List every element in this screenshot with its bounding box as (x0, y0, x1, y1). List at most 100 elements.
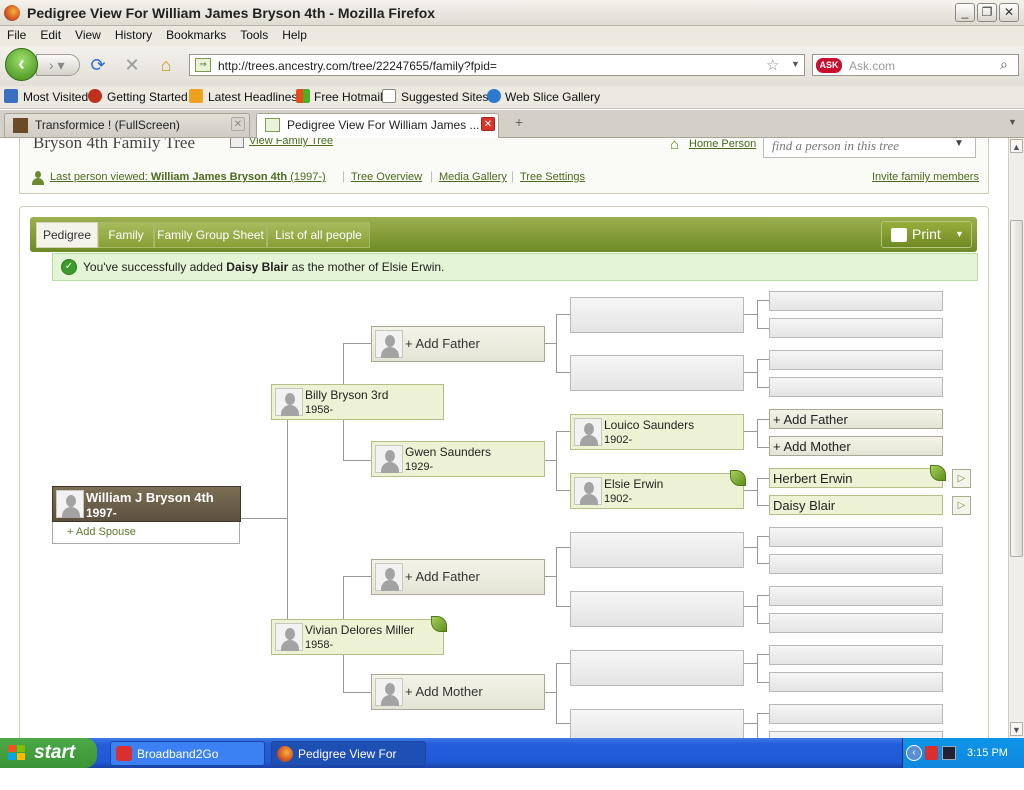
last-viewed-name: William James Bryson 4th (150, 171, 288, 183)
menu-help[interactable]: Help (275, 26, 314, 42)
media-gallery-link[interactable]: Media Gallery (439, 171, 507, 183)
tab-close-icon[interactable]: ✕ (231, 117, 245, 131)
menu-bookmarks[interactable]: Bookmarks (159, 26, 233, 42)
bookmark-star-icon[interactable]: ☆ (766, 56, 779, 74)
new-tab-icon[interactable]: + (509, 114, 529, 134)
empty-person-slot[interactable] (769, 350, 943, 370)
success-name: Daisy Blair (226, 260, 289, 274)
find-dropdown-icon[interactable]: ▼ (954, 138, 964, 149)
tab-pedigree[interactable]: Pedigree (36, 222, 98, 248)
menu-tools[interactable]: Tools (233, 26, 275, 42)
empty-person-slot[interactable] (769, 318, 943, 338)
url-bar[interactable]: ⇒ http://trees.ancestry.com/tree/2224765… (189, 54, 805, 76)
taskbar-item-broadband2go[interactable]: Broadband2Go (110, 741, 265, 766)
bookmark-web-slice-gallery[interactable]: Web Slice Gallery (505, 90, 600, 104)
clock[interactable]: 3:15 PM (967, 738, 1008, 768)
maximize-button[interactable]: ❐ (977, 3, 997, 22)
menu-view[interactable]: View (68, 26, 108, 42)
empty-person-slot[interactable] (570, 355, 744, 391)
tab-list-of-all-people[interactable]: List of all people (267, 222, 370, 248)
bookmark-suggested-sites[interactable]: Suggested Sites (401, 90, 488, 104)
forward-button[interactable]: › ▾ (36, 54, 80, 76)
empty-person-slot[interactable] (769, 613, 943, 633)
print-button[interactable]: Print ▼ (881, 221, 972, 248)
person-card-root[interactable]: William J Bryson 4th 1997- (52, 486, 241, 522)
add-mother-card[interactable]: + Add Mother (769, 436, 943, 456)
empty-person-slot[interactable] (570, 591, 744, 627)
empty-person-slot[interactable] (769, 731, 943, 738)
person-card-great-grandfather[interactable]: Louico Saunders 1902- (570, 414, 744, 450)
reload-icon[interactable]: ⟳ (87, 53, 109, 77)
empty-person-slot[interactable] (769, 291, 943, 311)
empty-person-slot[interactable] (570, 650, 744, 686)
security-alert-icon[interactable] (925, 746, 938, 760)
tab-list-icon[interactable]: ▼ (1008, 117, 1017, 127)
add-spouse-link[interactable]: + Add Spouse (52, 522, 240, 544)
expand-arrow-icon[interactable]: ▷ (952, 496, 971, 515)
empty-person-slot[interactable] (769, 704, 943, 724)
home-icon[interactable]: ⌂ (155, 53, 177, 77)
bookmark-most-visited[interactable]: Most Visited (23, 90, 88, 104)
print-label: Print (912, 226, 941, 242)
empty-person-slot[interactable] (570, 532, 744, 568)
person-card-daisy-blair[interactable]: Daisy Blair (769, 495, 943, 515)
person-card-mother[interactable]: Vivian Delores Miller 1958- (271, 616, 447, 655)
menu-history[interactable]: History (108, 26, 159, 42)
tab-transformice[interactable]: Transformice ! (FullScreen) (4, 113, 250, 137)
tab-family-group-sheet[interactable]: Family Group Sheet (154, 222, 267, 248)
tab-close-icon[interactable]: ✕ (481, 117, 495, 131)
tab-pedigree-view[interactable]: Pedigree View For William James ... (256, 113, 499, 138)
find-person-input[interactable]: find a person in this tree ▼ (763, 138, 976, 158)
start-button[interactable]: start (0, 738, 97, 768)
empty-person-slot[interactable] (769, 554, 943, 574)
last-viewed-label: Last person viewed: (50, 171, 148, 183)
expand-arrow-icon[interactable]: ▷ (952, 469, 971, 488)
network-icon[interactable] (942, 746, 956, 760)
last-viewed[interactable]: Last person viewed: William James Bryson… (50, 171, 326, 183)
search-icon[interactable]: ⌕ (1000, 56, 1008, 73)
add-father-card[interactable]: + Add Father (769, 409, 943, 429)
bookmark-free-hotmail[interactable]: Free Hotmail (314, 90, 383, 104)
empty-person-slot[interactable] (570, 297, 744, 333)
add-father-card[interactable]: + Add Father (371, 559, 545, 595)
scroll-thumb[interactable] (1010, 220, 1023, 557)
tray-expand-icon[interactable]: ‹ (906, 745, 922, 761)
scroll-up-icon[interactable]: ▲ (1010, 139, 1023, 153)
empty-person-slot[interactable] (769, 527, 943, 547)
view-family-tree-link[interactable]: View Family Tree (249, 138, 333, 147)
close-window-button[interactable]: ✕ (999, 3, 1019, 22)
tab-family[interactable]: Family (98, 222, 154, 248)
empty-person-slot[interactable] (769, 586, 943, 606)
vertical-scrollbar[interactable]: ▲ ▼ (1008, 138, 1024, 738)
empty-person-slot[interactable] (769, 645, 943, 665)
person-card-herbert-erwin[interactable]: Herbert Erwin (769, 465, 946, 488)
person-card-paternal-grandmother[interactable]: Gwen Saunders 1929- (371, 441, 545, 477)
invite-family-link[interactable]: Invite family members (872, 171, 979, 183)
print-dropdown-icon[interactable]: ▼ (955, 222, 964, 247)
empty-person-slot[interactable] (570, 709, 744, 738)
url-dropdown-icon[interactable]: ▼ (791, 59, 800, 69)
tree-settings-link[interactable]: Tree Settings (520, 171, 585, 183)
empty-person-slot[interactable] (769, 672, 943, 692)
minimize-button[interactable]: _ (955, 3, 975, 22)
menu-edit[interactable]: Edit (33, 26, 68, 42)
hint-leaf-icon[interactable] (730, 470, 746, 486)
taskbar-item-firefox[interactable]: Pedigree View For Wil... (271, 741, 426, 785)
add-father-card[interactable]: + Add Father (371, 326, 545, 362)
add-mother-card[interactable]: + Add Mother (371, 674, 545, 710)
ask-logo-icon[interactable]: ASK (816, 58, 842, 73)
scroll-down-icon[interactable]: ▼ (1010, 722, 1023, 736)
empty-person-slot[interactable] (769, 377, 943, 397)
home-person-link[interactable]: Home Person (689, 138, 756, 150)
back-button[interactable]: ‹ (5, 48, 38, 81)
bookmark-latest-headlines[interactable]: Latest Headlines (208, 90, 297, 104)
person-years: 1929- (405, 461, 434, 473)
menu-file[interactable]: File (0, 26, 33, 42)
person-card-great-grandmother[interactable]: Elsie Erwin 1902- (570, 470, 746, 509)
person-card-father[interactable]: Billy Bryson 3rd 1958- (271, 384, 444, 420)
bookmark-getting-started[interactable]: Getting Started (107, 90, 188, 104)
person-avatar-icon (275, 388, 303, 416)
tree-overview-link[interactable]: Tree Overview (351, 171, 422, 183)
search-bar[interactable]: ASK Ask.com ⌕ (812, 54, 1019, 76)
stop-icon[interactable]: ✕ (121, 53, 143, 77)
